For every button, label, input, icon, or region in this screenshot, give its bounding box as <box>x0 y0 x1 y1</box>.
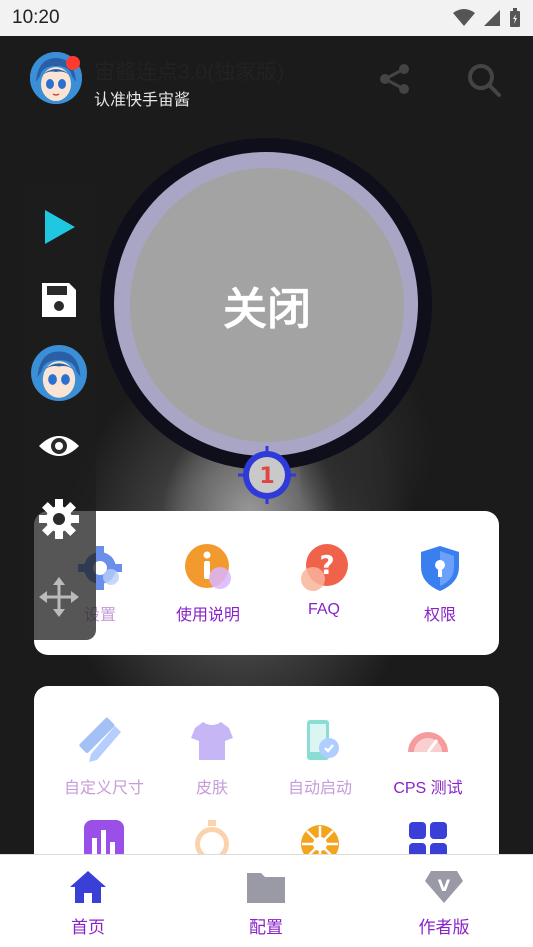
tshirt-icon <box>187 716 237 766</box>
play-icon <box>45 210 75 244</box>
quick-actions-card: 设置 使用说明 ? FAQ 权限 <box>34 511 499 655</box>
notification-dot <box>66 56 80 70</box>
search-icon <box>468 64 501 97</box>
question-icon: ? <box>299 543 349 593</box>
search-button[interactable] <box>466 62 502 98</box>
wifi-icon <box>453 9 475 26</box>
status-bar: 10:20 <box>0 0 533 36</box>
cps-test-label: CPS 测试 <box>393 780 463 797</box>
cps-test-item[interactable]: CPS 测试 <box>370 716 486 798</box>
auto-start-label: 自动启动 <box>287 780 352 797</box>
nav-home-label: 首页 <box>71 918 105 937</box>
skin-label: 皮肤 <box>195 780 228 797</box>
eye-icon <box>39 436 79 456</box>
status-time: 10:20 <box>12 7 60 28</box>
faq-item[interactable]: ? FAQ <box>266 543 382 619</box>
vip-diamond-icon: V <box>425 871 463 903</box>
nav-config-label: 配置 <box>249 918 283 937</box>
instructions-item[interactable]: 使用说明 <box>150 543 266 625</box>
nav-config[interactable]: 配置 <box>206 869 326 938</box>
share-button[interactable] <box>378 62 412 96</box>
bottom-navigation: 首页 配置 V 作者版 <box>0 854 533 947</box>
nav-author-label: 作者版 <box>418 918 470 937</box>
permissions-label: 权限 <box>423 607 456 624</box>
nav-home[interactable]: 首页 <box>28 869 148 938</box>
custom-size-label: 自定义尺寸 <box>63 780 144 797</box>
signal-icon <box>484 10 500 26</box>
faq-label: FAQ <box>307 601 340 618</box>
target-number: 1 <box>259 464 274 489</box>
status-icons <box>453 8 521 28</box>
avatar-icon <box>31 345 87 401</box>
instructions-label: 使用说明 <box>175 607 240 624</box>
custom-size-item[interactable]: 自定义尺寸 <box>46 716 162 798</box>
phone-link-icon <box>295 716 345 766</box>
app-header: 宙酱连点3.0(独家版) 认准快手宙酱 <box>0 50 533 114</box>
save-button[interactable] <box>22 275 96 325</box>
info-icon <box>183 543 233 593</box>
save-icon <box>42 283 76 317</box>
app-subtitle: 认准快手宙酱 <box>94 92 191 109</box>
gear-icon <box>39 499 79 539</box>
visibility-button[interactable] <box>22 421 96 471</box>
ruler-pencil-icon <box>79 716 129 766</box>
crosshair-icon: 1 <box>238 446 296 504</box>
speedometer-icon <box>403 716 453 766</box>
skin-item[interactable]: 皮肤 <box>154 716 270 798</box>
share-icon <box>380 64 409 94</box>
auto-start-item[interactable]: 自动启动 <box>262 716 378 798</box>
folder-icon <box>247 873 285 903</box>
floating-toolbar <box>22 182 96 640</box>
main-toggle-label: 关闭 <box>223 284 311 335</box>
shield-lock-icon <box>415 543 465 593</box>
main-toggle-button[interactable]: 关闭 <box>130 168 404 442</box>
move-icon <box>39 577 79 617</box>
home-icon <box>70 871 106 903</box>
toolbar-settings-button[interactable] <box>22 494 96 544</box>
battery-icon <box>510 8 520 27</box>
move-handle[interactable] <box>22 572 96 622</box>
toolbar-avatar-button[interactable] <box>22 345 96 401</box>
app-title: 宙酱连点3.0(独家版) <box>94 61 285 84</box>
click-target-marker[interactable]: 1 <box>238 446 296 504</box>
permissions-item[interactable]: 权限 <box>382 543 498 625</box>
svg-text:V: V <box>438 876 451 895</box>
nav-author[interactable]: V 作者版 <box>384 869 504 938</box>
play-button[interactable] <box>22 202 96 252</box>
